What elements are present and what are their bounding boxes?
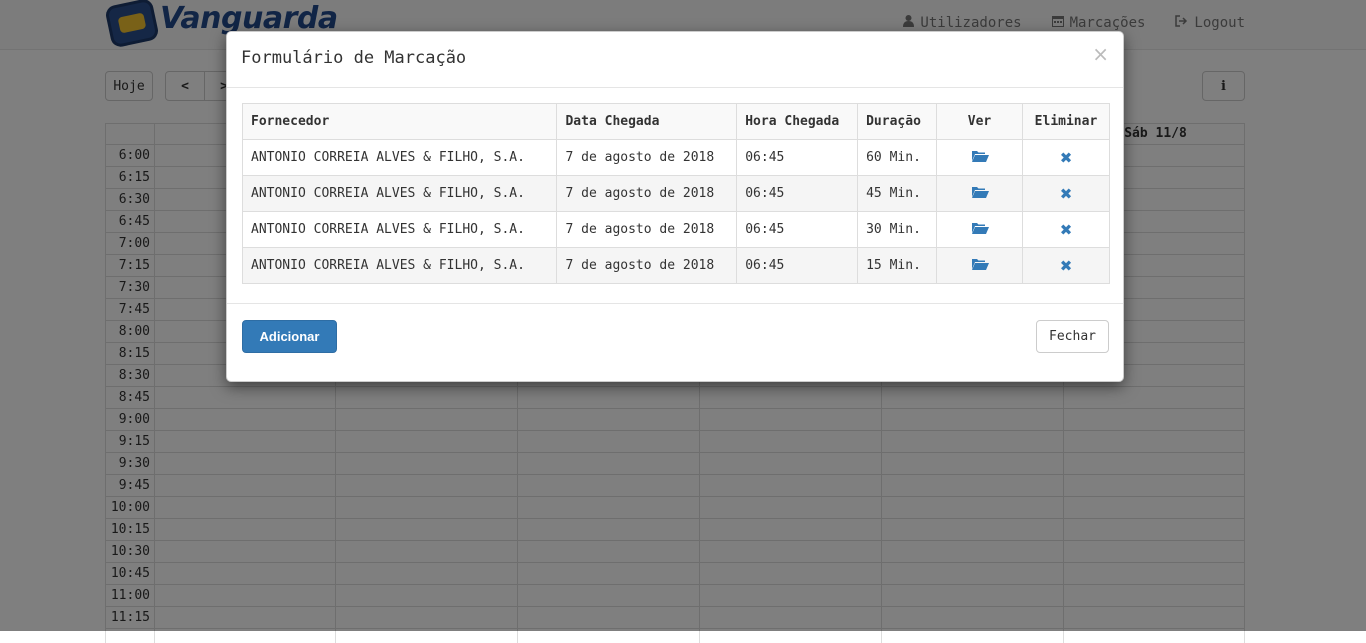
- appointment-modal: Formulário de Marcação × Fornecedor Data…: [226, 31, 1124, 382]
- delete-icon[interactable]: ✖: [1060, 257, 1073, 275]
- cell-fornecedor: ANTONIO CORREIA ALVES & FILHO, S.A.: [241, 211, 558, 248]
- cell-eliminar: ✖: [1021, 211, 1111, 248]
- col-hora-chegada: Hora Chegada: [736, 103, 859, 140]
- cell-hora: 06:45: [736, 247, 859, 284]
- cell-fornecedor: ANTONIO CORREIA ALVES & FILHO, S.A.: [241, 139, 558, 176]
- cell-eliminar: ✖: [1021, 247, 1111, 284]
- cell-data: 7 de agosto de 2018: [556, 175, 738, 212]
- table-row: ANTONIO CORREIA ALVES & FILHO, S.A. 7 de…: [241, 175, 1111, 212]
- cell-duracao: 30 Min.: [857, 211, 938, 248]
- cell-eliminar: ✖: [1021, 175, 1111, 212]
- cell-hora: 06:45: [736, 139, 859, 176]
- close-button[interactable]: Fechar: [1036, 320, 1109, 353]
- appointments-table: Fornecedor Data Chegada Hora Chegada Dur…: [241, 103, 1111, 284]
- table-row: ANTONIO CORREIA ALVES & FILHO, S.A. 7 de…: [241, 211, 1111, 248]
- add-button[interactable]: Adicionar: [242, 320, 337, 353]
- cell-hora: 06:45: [736, 211, 859, 248]
- folder-open-icon[interactable]: [971, 257, 989, 275]
- modal-body: Fornecedor Data Chegada Hora Chegada Dur…: [241, 103, 1111, 284]
- cell-fornecedor: ANTONIO CORREIA ALVES & FILHO, S.A.: [241, 247, 558, 284]
- cell-fornecedor: ANTONIO CORREIA ALVES & FILHO, S.A.: [241, 175, 558, 212]
- close-icon[interactable]: ×: [1092, 44, 1109, 64]
- folder-open-icon[interactable]: [971, 221, 989, 239]
- cell-duracao: 60 Min.: [857, 139, 938, 176]
- folder-open-icon[interactable]: [971, 149, 989, 167]
- delete-icon[interactable]: ✖: [1060, 149, 1073, 167]
- col-fornecedor: Fornecedor: [241, 103, 558, 140]
- cell-ver: [936, 247, 1023, 284]
- cell-ver: [936, 175, 1023, 212]
- cell-data: 7 de agosto de 2018: [556, 211, 738, 248]
- modal-title: Formulário de Marcação: [241, 48, 467, 68]
- folder-open-icon[interactable]: [971, 185, 989, 203]
- cell-data: 7 de agosto de 2018: [556, 139, 738, 176]
- cell-ver: [936, 139, 1023, 176]
- cell-hora: 06:45: [736, 175, 859, 212]
- col-eliminar: Eliminar: [1021, 103, 1111, 140]
- col-duracao: Duração: [857, 103, 938, 140]
- cell-ver: [936, 211, 1023, 248]
- table-row: ANTONIO CORREIA ALVES & FILHO, S.A. 7 de…: [241, 247, 1111, 284]
- col-ver: Ver: [936, 103, 1023, 140]
- delete-icon[interactable]: ✖: [1060, 221, 1073, 239]
- col-data-chegada: Data Chegada: [556, 103, 738, 140]
- modal-footer: Adicionar Fechar: [227, 303, 1123, 382]
- cell-data: 7 de agosto de 2018: [556, 247, 738, 284]
- delete-icon[interactable]: ✖: [1060, 185, 1073, 203]
- cell-duracao: 15 Min.: [857, 247, 938, 284]
- cell-eliminar: ✖: [1021, 139, 1111, 176]
- modal-header: Formulário de Marcação ×: [227, 32, 1123, 88]
- table-row: ANTONIO CORREIA ALVES & FILHO, S.A. 7 de…: [241, 139, 1111, 176]
- table-header-row: Fornecedor Data Chegada Hora Chegada Dur…: [241, 103, 1111, 140]
- cell-duracao: 45 Min.: [857, 175, 938, 212]
